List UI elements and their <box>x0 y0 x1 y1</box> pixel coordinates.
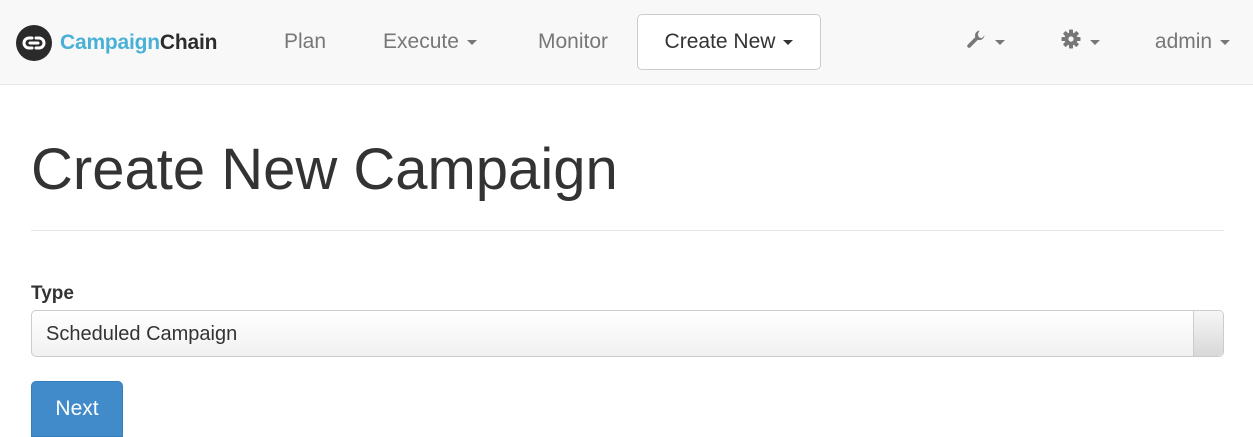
brand-name-part1: Campaign <box>60 31 160 54</box>
nav-monitor-label: Monitor <box>537 30 609 53</box>
chain-link-icon <box>16 25 52 61</box>
caret-down-icon <box>1220 39 1231 45</box>
nav-monitor[interactable]: Monitor <box>518 14 628 70</box>
brand-logo-link[interactable]: CampaignChain <box>16 24 217 62</box>
campaign-type-select[interactable]: Scheduled Campaign <box>31 310 1224 357</box>
nav-user-label: admin <box>1154 30 1213 53</box>
nav-create-new-label: Create New <box>664 30 776 53</box>
nav-user-dropdown[interactable]: admin <box>1140 14 1245 70</box>
nav-plan[interactable]: Plan <box>263 14 347 70</box>
wrench-icon <box>965 28 987 56</box>
navbar: CampaignChain Plan Execute Monitor Creat… <box>0 0 1253 85</box>
page-title: Create New Campaign <box>31 137 618 202</box>
nav-create-new-dropdown[interactable]: Create New <box>637 14 821 70</box>
nav-settings-dropdown[interactable] <box>1045 14 1115 70</box>
nav-execute-label: Execute <box>383 30 459 53</box>
caret-down-icon <box>466 39 477 45</box>
nav-plan-label: Plan <box>283 30 327 53</box>
caret-down-icon <box>995 39 1005 45</box>
caret-down-icon <box>783 39 794 45</box>
title-divider <box>31 230 1224 231</box>
nav-tools-dropdown[interactable] <box>950 14 1020 70</box>
brand-name: CampaignChain <box>60 31 217 55</box>
select-dropdown-handle[interactable] <box>1193 311 1223 356</box>
campaign-type-selected-value: Scheduled Campaign <box>46 323 238 345</box>
type-label: Type <box>31 283 74 304</box>
gear-icon <box>1060 28 1082 56</box>
brand-name-part2: Chain <box>159 31 218 54</box>
nav-execute-dropdown[interactable]: Execute <box>360 14 500 70</box>
next-button[interactable]: Next <box>31 381 123 437</box>
caret-down-icon <box>1090 39 1100 45</box>
